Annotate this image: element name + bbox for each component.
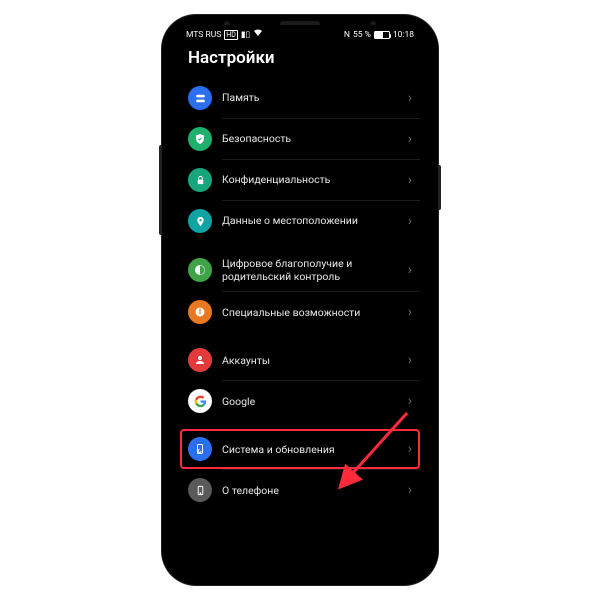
battery-icon [374, 31, 390, 39]
chevron-right-icon: › [408, 482, 412, 498]
settings-item-label: Безопасность [222, 132, 398, 145]
battery-pct: 55 % [353, 30, 371, 40]
chevron-right-icon: › [408, 304, 412, 320]
phone-frame: MTS RUS HD ▮▯ N 55 % 10:18 Настройки [162, 15, 438, 585]
settings-item-security[interactable]: Безопасность › [180, 119, 420, 159]
lock-icon [188, 168, 212, 192]
settings-item-label: Google [222, 395, 398, 408]
settings-group: Аккаунты › Google › [180, 340, 420, 421]
settings-group: Система и обновления › О телефоне › [180, 429, 420, 510]
chevron-right-icon: › [408, 352, 412, 368]
page-title: Настройки [188, 48, 412, 68]
settings-list[interactable]: Память › Безопасность › Конфиденциал [172, 78, 428, 575]
settings-item-label: Система и обновления [222, 443, 398, 456]
settings-item-label: Цифровое благополучие и родительский кон… [222, 257, 398, 283]
settings-item-accessibility[interactable]: Специальные возможности › [180, 292, 420, 332]
settings-group: Цифровое благополучие и родительский кон… [180, 249, 420, 332]
shield-icon [188, 127, 212, 151]
settings-item-storage[interactable]: Память › [180, 78, 420, 118]
chevron-right-icon: › [408, 131, 412, 147]
settings-item-location[interactable]: Данные о местоположении › [180, 201, 420, 241]
chevron-right-icon: › [408, 90, 412, 106]
signal-icon: ▮▯ [241, 30, 250, 40]
chevron-right-icon: › [408, 393, 412, 409]
settings-group: Память › Безопасность › Конфиденциал [180, 78, 420, 241]
wifi-icon [253, 29, 263, 40]
storage-icon [188, 86, 212, 110]
settings-item-wellbeing[interactable]: Цифровое благополучие и родительский кон… [180, 249, 420, 291]
google-icon [188, 389, 212, 413]
volte-icon: HD [224, 30, 238, 40]
settings-item-label: Память [222, 91, 398, 104]
pin-icon [188, 209, 212, 233]
chevron-right-icon: › [408, 172, 412, 188]
settings-item-label: Специальные возможности [222, 306, 398, 319]
nfc-icon: N [344, 30, 350, 40]
status-bar: MTS RUS HD ▮▯ N 55 % 10:18 [172, 25, 428, 42]
accessibility-icon [188, 300, 212, 324]
settings-item-label: Данные о местоположении [222, 214, 398, 227]
wellbeing-icon [188, 258, 212, 282]
screen: MTS RUS HD ▮▯ N 55 % 10:18 Настройки [172, 25, 428, 575]
settings-item-accounts[interactable]: Аккаунты › [180, 340, 420, 380]
chevron-right-icon: › [408, 441, 412, 457]
settings-item-label: Конфиденциальность [222, 173, 398, 186]
phone-update-icon [188, 437, 212, 461]
carrier-label: MTS RUS [186, 30, 221, 40]
settings-item-google[interactable]: Google › [180, 381, 420, 421]
page-header: Настройки [172, 42, 428, 78]
phone-info-icon [188, 478, 212, 502]
settings-item-about-phone[interactable]: О телефоне › [180, 470, 420, 510]
settings-item-label: Аккаунты [222, 354, 398, 367]
clock: 10:18 [393, 30, 414, 40]
settings-item-system-updates[interactable]: Система и обновления › [180, 429, 420, 469]
person-icon [188, 348, 212, 372]
settings-item-privacy[interactable]: Конфиденциальность › [180, 160, 420, 200]
chevron-right-icon: › [408, 262, 412, 278]
settings-item-label: О телефоне [222, 484, 398, 497]
chevron-right-icon: › [408, 213, 412, 229]
